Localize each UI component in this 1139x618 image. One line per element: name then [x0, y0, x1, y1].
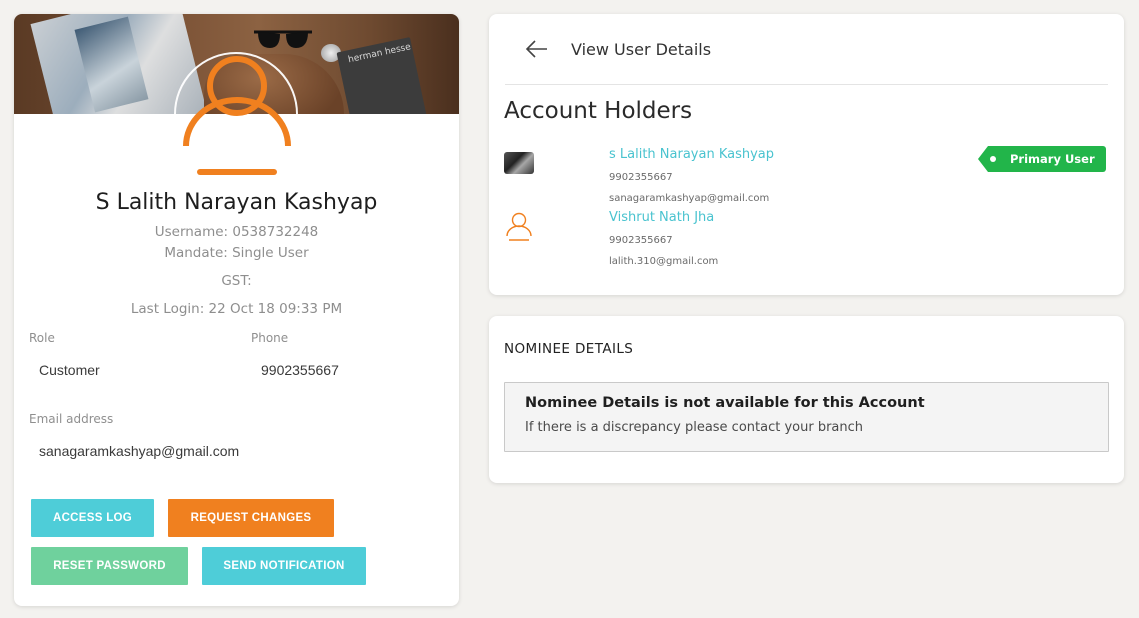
nominee-message-subtitle: If there is a discrepancy please contact…	[525, 420, 864, 435]
cover-book-title: herman hesse	[347, 42, 412, 66]
nominee-message-title: Nominee Details is not available for thi…	[525, 395, 925, 411]
nominee-card: NOMINEE DETAILS Nominee Details is not a…	[489, 316, 1124, 483]
phone-value: 9902355667	[261, 362, 339, 378]
cover-sunglasses-graphic	[254, 30, 312, 48]
holder-photo-thumbnail	[504, 152, 534, 174]
account-holders-title: Account Holders	[504, 98, 693, 124]
reset-password-button[interactable]: RESET PASSWORD	[31, 547, 188, 585]
nominee-info-box: Nominee Details is not available for thi…	[504, 382, 1109, 452]
holder-name-link[interactable]: Vishrut Nath Jha	[609, 210, 714, 225]
primary-user-badge: Primary User	[978, 146, 1106, 172]
holder-name-link[interactable]: s Lalith Narayan Kashyap	[609, 147, 774, 162]
holder-email: sanagaramkashyap@gmail.com	[609, 193, 770, 204]
cover-book-graphic: herman hesse	[336, 37, 427, 114]
send-notification-button[interactable]: SEND NOTIFICATION	[202, 547, 366, 585]
avatar-user-icon	[183, 56, 291, 175]
email-value: sanagaramkashyap@gmail.com	[39, 443, 240, 459]
role-value: Customer	[39, 362, 100, 378]
profile-last-login: Last Login: 22 Oct 18 09:33 PM	[130, 301, 343, 317]
page-title: View User Details	[571, 40, 712, 59]
profile-username: Username: 0538732248	[154, 224, 319, 240]
phone-label: Phone	[251, 331, 289, 345]
primary-user-badge-label: Primary User	[1010, 152, 1095, 166]
request-changes-button[interactable]: REQUEST CHANGES	[168, 499, 334, 537]
nominee-section-title: NOMINEE DETAILS	[504, 341, 634, 357]
profile-gst: GST:	[221, 273, 252, 289]
access-log-button[interactable]: ACCESS LOG	[31, 499, 154, 537]
role-label: Role	[29, 331, 55, 345]
holder-phone: 9902355667	[609, 235, 673, 246]
profile-name: S Lalith Narayan Kashyap	[95, 190, 378, 215]
email-label: Email address	[29, 412, 114, 426]
holder-user-icon	[506, 212, 532, 241]
header-divider	[505, 84, 1108, 85]
holder-email: lalith.310@gmail.com	[609, 256, 719, 267]
profile-mandate: Mandate: Single User	[164, 245, 309, 261]
user-details-card: View User Details Account Holders s Lali…	[489, 14, 1124, 295]
back-arrow-icon[interactable]	[525, 38, 549, 60]
holder-phone: 9902355667	[609, 172, 673, 183]
profile-card: herman hesse S Lalith Narayan Kashyap Us…	[14, 14, 459, 606]
badge-dot-icon	[990, 156, 996, 162]
